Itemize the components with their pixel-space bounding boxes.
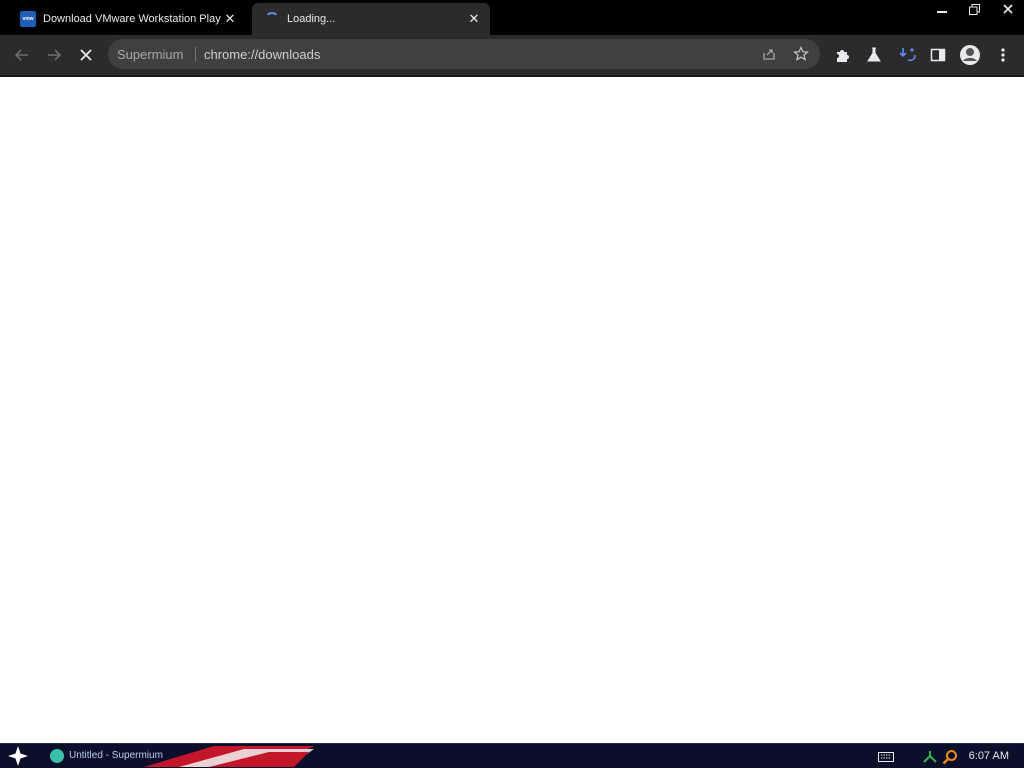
site-chip[interactable]: Supermium bbox=[117, 47, 183, 62]
tab-close-icon[interactable]: ✕ bbox=[466, 11, 482, 27]
forward-button[interactable] bbox=[42, 43, 66, 67]
extensions-puzzle-icon[interactable] bbox=[833, 46, 851, 64]
vmware-favicon-icon: vmw bbox=[20, 11, 36, 27]
close-window-button[interactable] bbox=[991, 0, 1024, 18]
taskbar-item-label: Untitled - Supermium bbox=[69, 750, 163, 761]
taskbar: Untitled - Supermium 6:07 AM bbox=[0, 743, 1024, 768]
network-icon[interactable] bbox=[922, 750, 938, 764]
tab-title: Loading... bbox=[287, 13, 336, 25]
keyboard-icon[interactable] bbox=[878, 750, 894, 764]
restore-icon bbox=[969, 3, 980, 15]
star-start-icon bbox=[8, 746, 28, 766]
taskbar-item-supermium[interactable]: Untitled - Supermium bbox=[44, 746, 314, 767]
tab-vmware-download[interactable]: vmw Download VMware Workstation Play ✕ bbox=[8, 3, 246, 35]
address-bar[interactable]: Supermium chrome://downloads bbox=[108, 39, 820, 69]
stop-button[interactable] bbox=[74, 43, 98, 67]
window-controls bbox=[925, 0, 1024, 18]
divider bbox=[195, 47, 196, 62]
tab-strip: vmw Download VMware Workstation Play ✕ L… bbox=[0, 0, 1024, 35]
tab-loading[interactable]: Loading... ✕ bbox=[252, 3, 490, 35]
bookmark-star-icon[interactable] bbox=[793, 46, 809, 62]
supermium-app-icon bbox=[50, 749, 64, 763]
tab-title: Download VMware Workstation Play bbox=[43, 13, 221, 25]
download-indicator-icon[interactable] bbox=[899, 46, 917, 64]
close-icon bbox=[1002, 4, 1013, 14]
start-button[interactable] bbox=[6, 745, 30, 767]
menu-kebab-icon[interactable] bbox=[994, 46, 1012, 64]
search-magnifier-icon[interactable] bbox=[942, 750, 958, 765]
taskbar-clock: 6:07 AM bbox=[968, 750, 1009, 762]
back-button[interactable] bbox=[10, 43, 34, 67]
labs-flask-icon[interactable] bbox=[865, 46, 883, 64]
stop-loading-icon bbox=[80, 49, 92, 61]
tab-close-icon[interactable]: ✕ bbox=[222, 11, 238, 27]
restore-button[interactable] bbox=[958, 0, 991, 18]
url-text[interactable]: chrome://downloads bbox=[204, 47, 320, 62]
loading-spinner-icon bbox=[264, 11, 280, 27]
profile-avatar-icon[interactable] bbox=[959, 44, 981, 66]
minimize-icon bbox=[936, 11, 947, 13]
back-arrow-icon bbox=[14, 49, 28, 61]
side-panel-icon[interactable] bbox=[929, 46, 947, 64]
browser-toolbar: Supermium chrome://downloads bbox=[0, 35, 1024, 75]
forward-arrow-icon bbox=[48, 49, 62, 61]
share-icon[interactable] bbox=[761, 46, 777, 62]
page-content[interactable] bbox=[0, 75, 1024, 743]
minimize-button[interactable] bbox=[925, 0, 958, 18]
